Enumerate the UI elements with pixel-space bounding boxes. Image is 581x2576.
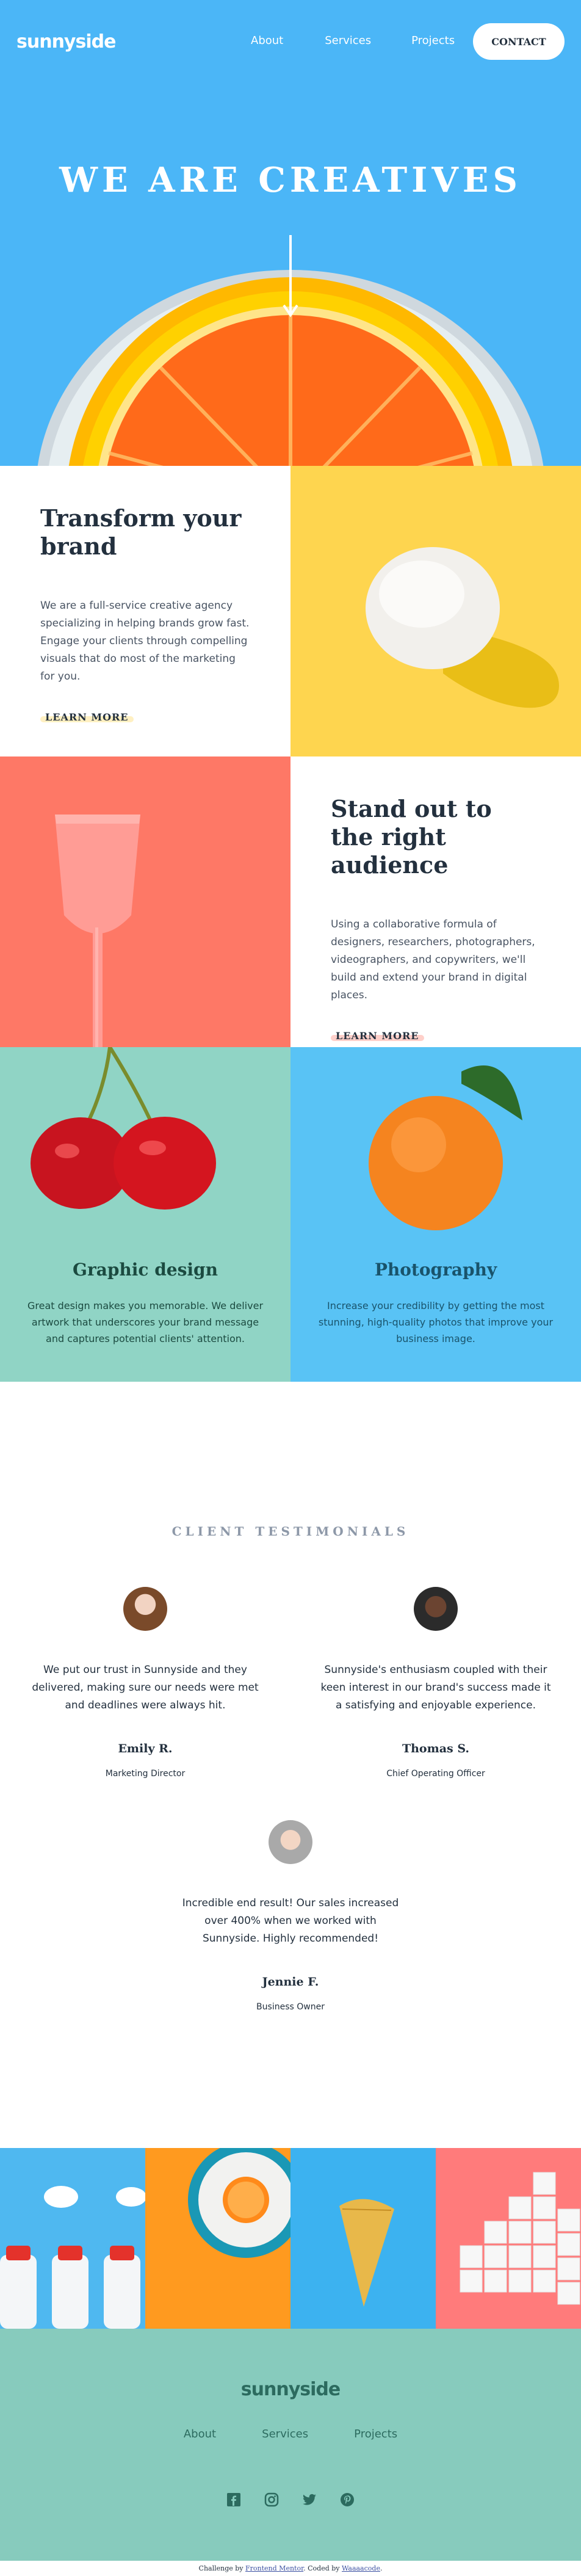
testimonial-card: Incredible end result! Our sales increas… bbox=[175, 1820, 406, 2012]
graphic-design-panel: Graphic design Great design makes you me… bbox=[0, 1047, 290, 1382]
testimonial-name: Jennie F. bbox=[262, 1975, 319, 1989]
testimonial-role: Marketing Director bbox=[105, 1769, 186, 1779]
egg-illustration bbox=[366, 547, 559, 708]
avatar bbox=[269, 1820, 312, 1864]
attribution-suffix: . bbox=[380, 2564, 383, 2572]
transform-title: Transform your brand bbox=[40, 504, 242, 560]
footer: sunnyside About Services Projects bbox=[0, 2329, 581, 2561]
graphic-design-title: Graphic design bbox=[73, 1260, 218, 1280]
footer-nav: About Services Projects bbox=[0, 2428, 581, 2440]
logo[interactable]: sunnyside bbox=[16, 31, 116, 53]
gallery-sugar-cubes bbox=[436, 2148, 581, 2329]
attribution-middle: . Coded by bbox=[303, 2564, 340, 2572]
frontend-mentor-link[interactable]: Frontend Mentor bbox=[245, 2564, 303, 2572]
transform-text-block: Transform your brand We are a full-servi… bbox=[0, 466, 290, 756]
instagram-icon[interactable] bbox=[264, 2492, 279, 2507]
sugar-cubes-illustration bbox=[460, 2172, 580, 2305]
twitter-icon[interactable] bbox=[302, 2492, 317, 2507]
testimonials-heading: CLIENT TESTIMONIALS bbox=[171, 1524, 410, 1539]
standout-body: Using a collaborative formula of designe… bbox=[331, 918, 535, 1001]
gallery-ice-cream bbox=[290, 2148, 436, 2329]
testimonial-role: Business Owner bbox=[256, 2002, 325, 2012]
cherries-illustration bbox=[31, 1047, 216, 1210]
gallery-orange-plate bbox=[145, 2148, 290, 2329]
footer-projects-link[interactable]: Projects bbox=[354, 2428, 397, 2440]
gallery bbox=[0, 2148, 581, 2329]
photography-body: Increase your credibility by getting the… bbox=[318, 1300, 554, 1344]
egg-image bbox=[290, 466, 581, 756]
hero-title: WE ARE CREATIVES bbox=[59, 160, 522, 200]
glass-illustration bbox=[55, 815, 140, 1047]
testimonials-section: CLIENT TESTIMONIALS We put our trust in … bbox=[0, 1382, 581, 2148]
attribution: Challenge by Frontend Mentor. Coded by W… bbox=[0, 2561, 581, 2576]
nav-links: About Services Projects bbox=[251, 34, 455, 47]
avatar bbox=[123, 1587, 167, 1631]
services-row: Graphic design Great design makes you me… bbox=[0, 1047, 581, 1382]
standout-row: Stand out to the right audience Using a … bbox=[0, 756, 581, 1047]
hero-section: sunnyside About Services Projects CONTAC… bbox=[0, 0, 581, 466]
author-link[interactable]: Waaaacode bbox=[342, 2564, 380, 2572]
ice-cream-cone-illustration bbox=[339, 2199, 394, 2307]
standout-learn-more-link[interactable]: LEARN MORE bbox=[331, 1030, 424, 1042]
testimonial-card: We put our trust in Sunnyside and they d… bbox=[29, 1587, 261, 1779]
nav-projects-link[interactable]: Projects bbox=[411, 34, 455, 47]
footer-services-link[interactable]: Services bbox=[262, 2428, 308, 2440]
testimonial-card: Sunnyside's enthusiasm coupled with thei… bbox=[320, 1587, 552, 1779]
footer-about-link[interactable]: About bbox=[184, 2428, 216, 2440]
top-nav: sunnyside About Services Projects CONTAC… bbox=[16, 23, 565, 60]
glass-image bbox=[0, 756, 290, 1047]
transform-row: Transform your brand We are a full-servi… bbox=[0, 466, 581, 756]
standout-text-block: Stand out to the right audience Using a … bbox=[290, 756, 581, 1047]
nav-about-link[interactable]: About bbox=[251, 34, 283, 47]
graphic-design-body: Great design makes you memorable. We del… bbox=[27, 1300, 264, 1344]
pinterest-icon[interactable] bbox=[340, 2492, 355, 2507]
standout-learn-more-label: LEARN MORE bbox=[336, 1030, 419, 1042]
testimonial-quote: Sunnyside's enthusiasm coupled with thei… bbox=[320, 1664, 551, 1711]
orange-plate-illustration bbox=[188, 2148, 290, 2258]
nav-services-link[interactable]: Services bbox=[325, 34, 371, 47]
testimonial-role: Chief Operating Officer bbox=[386, 1769, 485, 1779]
attribution-prefix: Challenge by bbox=[198, 2564, 244, 2572]
transform-learn-more-label: LEARN MORE bbox=[45, 711, 129, 723]
contact-button[interactable]: CONTACT bbox=[473, 23, 565, 60]
standout-title: Stand out to the right audience bbox=[331, 795, 492, 879]
orange-fruit-illustration bbox=[369, 1065, 522, 1230]
footer-logo[interactable]: sunnyside bbox=[0, 2379, 581, 2400]
gallery-milk-bottles bbox=[0, 2148, 145, 2329]
milk-bottles-illustration bbox=[0, 2186, 145, 2329]
photography-panel: Photography Increase your credibility by… bbox=[290, 1047, 581, 1382]
transform-body: We are a full-service creative agency sp… bbox=[40, 600, 250, 683]
facebook-icon[interactable] bbox=[226, 2492, 241, 2507]
transform-learn-more-link[interactable]: LEARN MORE bbox=[40, 711, 134, 723]
testimonial-quote: Incredible end result! Our sales increas… bbox=[182, 1897, 399, 1945]
avatar bbox=[414, 1587, 458, 1631]
testimonial-quote: We put our trust in Sunnyside and they d… bbox=[32, 1664, 259, 1711]
arrow-down-icon[interactable] bbox=[283, 235, 298, 317]
testimonial-name: Thomas S. bbox=[402, 1742, 469, 1755]
photography-title: Photography bbox=[374, 1260, 497, 1280]
social-links bbox=[0, 2492, 581, 2507]
testimonial-name: Emily R. bbox=[118, 1742, 173, 1755]
